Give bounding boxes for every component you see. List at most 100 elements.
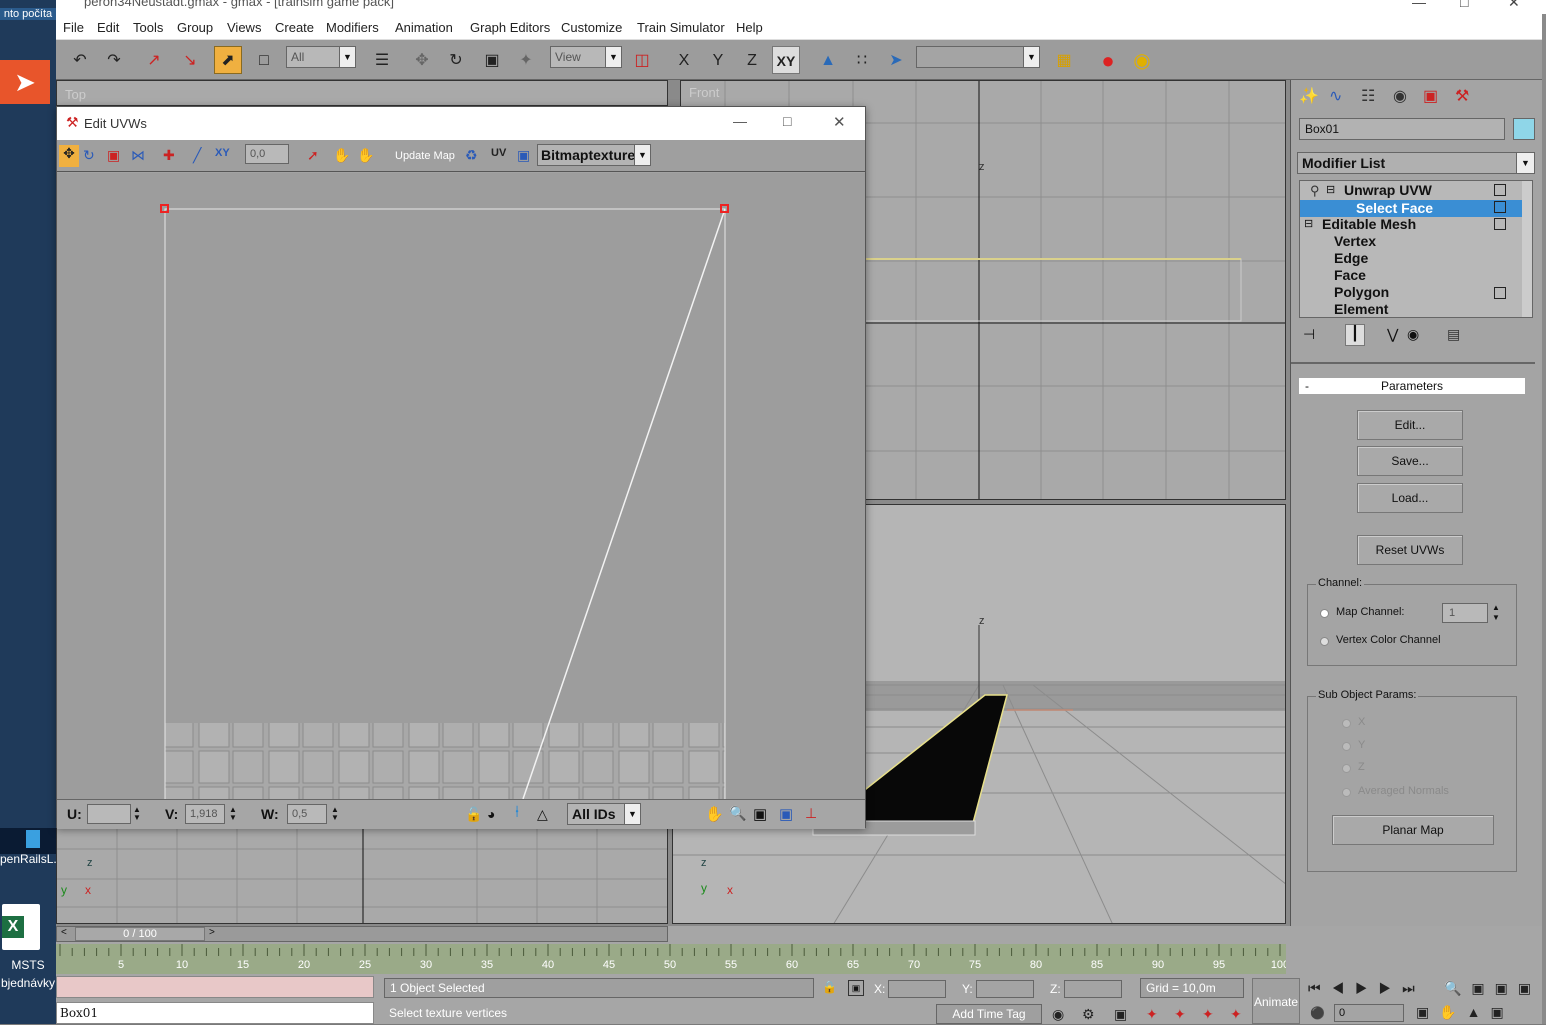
stack-checkbox[interactable] — [1494, 218, 1506, 230]
add-time-tag[interactable]: Add Time Tag — [936, 1004, 1042, 1024]
z-coord-field[interactable] — [1064, 980, 1122, 998]
weld-icon[interactable]: ✋ — [333, 147, 350, 164]
menu-views[interactable]: Views — [227, 20, 261, 35]
hierarchy-tab-icon[interactable]: ☷ — [1361, 86, 1375, 106]
stack-item-element[interactable]: Element — [1334, 301, 1388, 317]
v-field[interactable]: 1,918 — [185, 804, 225, 824]
uv-editor-canvas[interactable] — [57, 173, 865, 799]
scale-icon[interactable]: ▣ — [478, 46, 506, 74]
minimize-icon[interactable]: — — [1412, 0, 1426, 10]
maximize-icon[interactable]: □ — [1460, 0, 1468, 10]
rotate-icon[interactable]: ↻ — [83, 147, 95, 164]
create-tab-icon[interactable]: ✨ — [1299, 86, 1319, 106]
key-mode-icon[interactable]: ⚫ — [1310, 1006, 1325, 1020]
zoom-icon[interactable]: 🔍 — [729, 805, 746, 822]
stack-checkbox[interactable] — [1494, 287, 1506, 299]
spinner-snap-icon[interactable]: ✦ — [1146, 1006, 1158, 1023]
hide-icon[interactable]: ◕ — [487, 806, 495, 822]
break-icon[interactable]: ➚ — [307, 147, 319, 164]
stack-item-face[interactable]: Face — [1334, 267, 1366, 283]
menu-animation[interactable]: Animation — [395, 20, 453, 35]
lock-icon[interactable]: 🔒 — [822, 980, 837, 994]
axis-x-button[interactable]: X — [670, 46, 698, 74]
move-icon[interactable]: ✥ — [59, 145, 79, 167]
load-button[interactable]: Load... — [1357, 483, 1463, 513]
save-button[interactable]: Save... — [1357, 446, 1463, 476]
menu-tools[interactable]: Tools — [133, 20, 163, 35]
desktop-icon-computer-label[interactable]: nto počíta — [0, 8, 56, 20]
edit-button[interactable]: Edit... — [1357, 410, 1463, 440]
zoom-extents-icon[interactable]: ▣ — [779, 805, 793, 823]
viewport-top-label[interactable]: Front — [689, 85, 719, 100]
spinner-arrows-icon[interactable]: ▲ ▼ — [229, 806, 237, 822]
reset-uvws-button[interactable]: Reset UVWs — [1357, 535, 1463, 565]
minimize-icon[interactable]: — — [733, 113, 747, 129]
ids-dropdown[interactable]: All IDs ▼ — [567, 803, 641, 825]
menu-customize[interactable]: Customize — [561, 20, 622, 35]
lightbulb-icon[interactable]: ⚲ — [1310, 183, 1320, 199]
close-icon[interactable]: ✕ — [1508, 0, 1520, 11]
scale-icon[interactable]: ▣ — [107, 147, 120, 164]
undo-icon[interactable]: ↶ — [66, 46, 94, 74]
pivot-icon[interactable]: ✦ — [512, 46, 540, 74]
object-color-swatch[interactable] — [1513, 118, 1535, 140]
stack-item-select-face[interactable]: Select Face — [1356, 200, 1433, 216]
snap-options-icon[interactable]: ✦ — [1202, 1006, 1214, 1023]
show-map-icon[interactable]: ♻ — [465, 147, 478, 164]
openrails-icon[interactable] — [0, 828, 56, 854]
parameters-rollout-header[interactable]: - Parameters — [1299, 378, 1525, 394]
close-icon[interactable]: ✕ — [833, 113, 846, 131]
y-coord-field[interactable] — [976, 980, 1034, 998]
stack-checkbox[interactable] — [1494, 201, 1506, 213]
stack-item-vertex[interactable]: Vertex — [1334, 233, 1376, 249]
x-coord-field[interactable] — [888, 980, 946, 998]
playback-controls[interactable]: ⏮◀▶▶⏭ — [1308, 980, 1426, 997]
time-next-icon[interactable]: > — [209, 927, 215, 938]
spinner-arrows-icon[interactable]: ▲ ▼ — [1492, 603, 1500, 623]
menu-file[interactable]: File — [63, 20, 84, 35]
pen-icon[interactable]: ╱ — [193, 147, 201, 164]
menu-group[interactable]: Group — [177, 20, 213, 35]
motion-tab-icon[interactable]: ◉ — [1393, 86, 1407, 106]
texture-dropdown[interactable]: Bitmaptexture ▼ — [537, 144, 651, 166]
stack-item-editable-mesh[interactable]: Editable Mesh — [1322, 216, 1416, 232]
lock-selection-icon[interactable]: 🔓 — [465, 806, 482, 823]
sub-y-radio[interactable] — [1342, 742, 1351, 751]
time-slider[interactable]: < 0 / 100 > — [56, 926, 668, 942]
select-object-icon[interactable]: ⬈ — [214, 46, 242, 74]
viewport-nav-controls-2[interactable]: ▣✋▲▣ — [1416, 1004, 1514, 1021]
animate-button[interactable]: Animate — [1252, 978, 1300, 1024]
freeze-icon[interactable]: ⍿ — [515, 804, 519, 822]
filter-selected-icon[interactable]: △ — [537, 806, 548, 823]
snap-edit-icon[interactable]: ✦ — [1230, 1006, 1242, 1023]
snap-icon[interactable]: ⊥ — [805, 805, 817, 822]
spinner-arrows-icon[interactable]: ▲ ▼ — [133, 806, 141, 822]
maximize-icon[interactable]: □ — [783, 113, 791, 129]
collapse-icon[interactable]: ⊟ — [1326, 183, 1335, 196]
map-channel-spinner[interactable]: 1 — [1442, 603, 1488, 623]
utilities-tab-icon[interactable]: ⚒ — [1455, 86, 1469, 106]
vertex-color-radio[interactable] — [1320, 637, 1329, 646]
array-icon[interactable]: ∷ — [848, 46, 876, 74]
collapse-icon[interactable]: ⊟ — [1304, 217, 1313, 230]
viewport-nav-controls[interactable]: 🔍▣▣▣ — [1444, 980, 1541, 997]
display-tab-icon[interactable]: ▣ — [1423, 86, 1438, 106]
material-editor-icon[interactable]: ● — [1094, 46, 1122, 74]
track-bar[interactable]: 5 10 15 20 25 30 35 40 45 50 55 60 65 70 75 80 85 90 95 100 — [56, 944, 1289, 974]
sub-z-radio[interactable] — [1342, 764, 1351, 773]
stack-scrollbar[interactable] — [1522, 181, 1532, 317]
zoom-region-icon[interactable]: ▣ — [753, 805, 767, 823]
named-selection-dropdown[interactable]: ▼ — [916, 46, 1040, 68]
remove-modifier-icon[interactable]: ◉ — [1407, 326, 1419, 343]
weld-selected-icon[interactable]: ✋ — [357, 147, 374, 164]
map-channel-radio[interactable] — [1320, 609, 1329, 618]
move-icon[interactable]: ✥ — [408, 46, 436, 74]
rect-selection-icon[interactable]: □ — [250, 46, 278, 74]
sub-x-radio[interactable] — [1342, 719, 1351, 728]
menu-graph-editors[interactable]: Graph Editors — [470, 20, 550, 35]
pan-icon[interactable]: ✋ — [705, 805, 724, 823]
unlink-icon[interactable]: ↘ — [176, 46, 204, 74]
stack-checkbox[interactable] — [1494, 184, 1506, 196]
stack-item-edge[interactable]: Edge — [1334, 250, 1368, 266]
axis-y-button[interactable]: Y — [704, 46, 732, 74]
